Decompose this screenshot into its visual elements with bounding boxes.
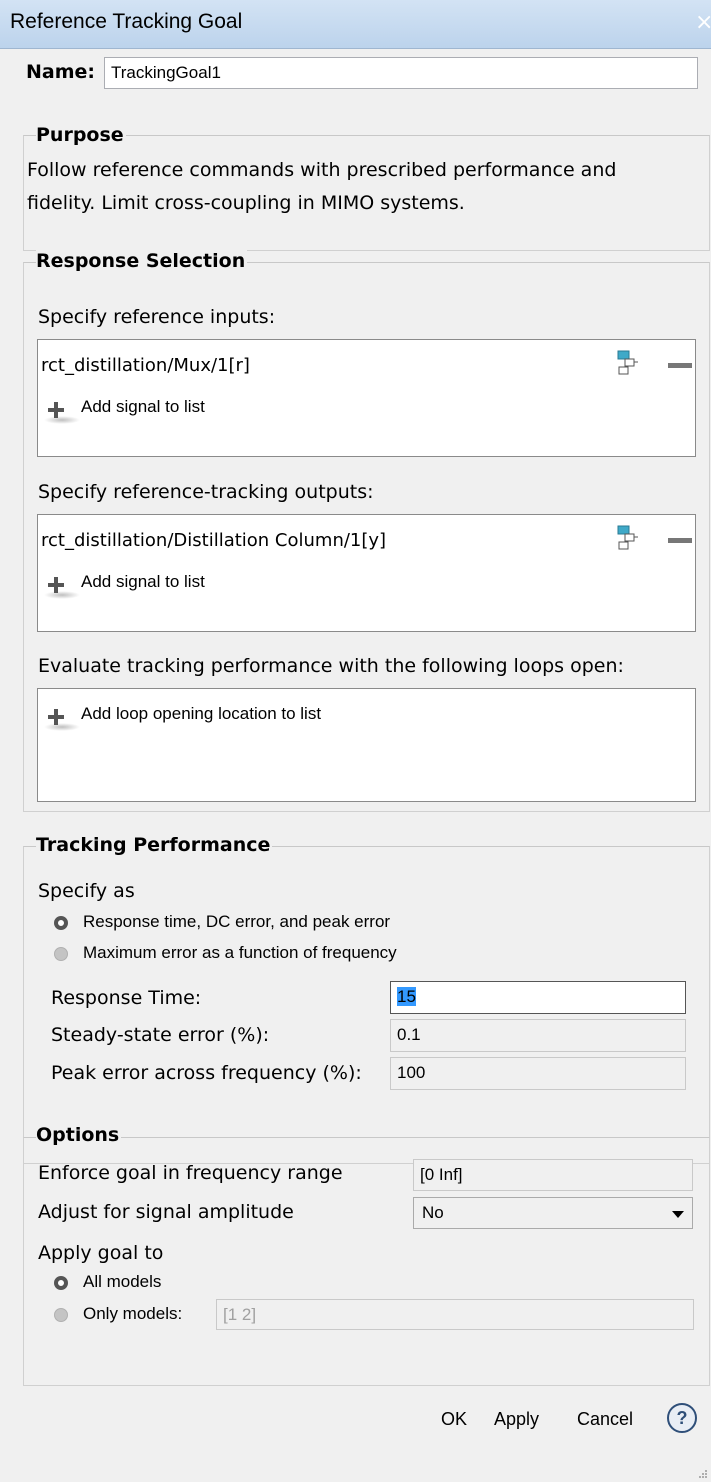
- steady-state-error-field[interactable]: 0.1: [390, 1019, 686, 1052]
- response-time-value: 15: [397, 987, 416, 1006]
- remove-signal-icon[interactable]: [668, 363, 692, 368]
- radio-only-models[interactable]: [54, 1308, 68, 1322]
- select-signal-icon[interactable]: [616, 525, 640, 551]
- signal-amplitude-dropdown[interactable]: No: [413, 1197, 693, 1229]
- frequency-range-label: Enforce goal in frequency range: [38, 1162, 343, 1184]
- frequency-range-field[interactable]: [0 Inf]: [413, 1159, 693, 1191]
- specify-as-label: Specify as: [38, 880, 135, 902]
- add-signal-icon[interactable]: [48, 577, 64, 593]
- reference-inputs-list[interactable]: rct_distillation/Mux/1[r] Add signal to …: [37, 339, 696, 457]
- signal-amplitude-value: No: [422, 1203, 444, 1222]
- reference-input-item[interactable]: rct_distillation/Mux/1[r]: [41, 355, 250, 376]
- radio-response-time[interactable]: [54, 916, 68, 930]
- loop-openings-list[interactable]: Add loop opening location to list: [37, 688, 696, 802]
- add-signal-icon[interactable]: [48, 402, 64, 418]
- purpose-line-2: fidelity. Limit cross-coupling in MIMO s…: [27, 192, 465, 214]
- reference-output-item[interactable]: rct_distillation/Distillation Column/1[y…: [41, 530, 386, 551]
- cancel-button[interactable]: Cancel: [577, 1409, 633, 1430]
- window-title: Reference Tracking Goal: [10, 10, 243, 33]
- remove-signal-icon[interactable]: [668, 538, 692, 543]
- options-legend: Options: [36, 1124, 122, 1146]
- radio-response-time-label[interactable]: Response time, DC error, and peak error: [83, 912, 390, 932]
- apply-button[interactable]: Apply: [494, 1409, 539, 1430]
- loops-open-label: Evaluate tracking performance with the f…: [38, 655, 624, 677]
- response-time-field[interactable]: 15: [390, 981, 686, 1014]
- radio-max-error[interactable]: [54, 947, 68, 961]
- response-time-label: Response Time:: [51, 987, 202, 1009]
- steady-state-error-label: Steady-state error (%):: [51, 1024, 270, 1046]
- only-models-value: [1 2]: [223, 1305, 257, 1324]
- tracking-performance-legend: Tracking Performance: [36, 834, 273, 856]
- radio-all-models-label[interactable]: All models: [83, 1272, 161, 1292]
- help-icon[interactable]: ?: [667, 1403, 697, 1433]
- steady-state-error-value: 0.1: [397, 1025, 421, 1044]
- peak-error-label: Peak error across frequency (%):: [51, 1062, 362, 1084]
- add-signal-input-link[interactable]: Add signal to list: [81, 397, 205, 417]
- ok-button[interactable]: OK: [441, 1409, 467, 1430]
- name-field[interactable]: TrackingGoal1: [104, 57, 698, 89]
- name-label: Name:: [26, 61, 96, 83]
- add-loop-opening-link[interactable]: Add loop opening location to list: [81, 704, 321, 724]
- title-bar: Reference Tracking Goal ×: [0, 0, 711, 49]
- reference-inputs-label: Specify reference inputs:: [38, 306, 276, 328]
- name-value: TrackingGoal1: [111, 63, 221, 82]
- resize-grip-icon[interactable]: [698, 1469, 708, 1479]
- signal-amplitude-label: Adjust for signal amplitude: [38, 1201, 294, 1223]
- only-models-field[interactable]: [1 2]: [216, 1299, 694, 1330]
- radio-only-models-label[interactable]: Only models:: [83, 1304, 182, 1324]
- response-selection-legend: Response Selection: [36, 250, 248, 272]
- peak-error-value: 100: [397, 1063, 426, 1082]
- reference-outputs-label: Specify reference-tracking outputs:: [38, 481, 374, 503]
- purpose-legend: Purpose: [36, 124, 126, 146]
- add-loop-icon[interactable]: [48, 709, 64, 725]
- purpose-line-1: Follow reference commands with prescribe…: [27, 159, 617, 181]
- frequency-range-value: [0 Inf]: [420, 1165, 463, 1184]
- peak-error-field[interactable]: 100: [390, 1057, 686, 1090]
- select-signal-icon[interactable]: [616, 350, 640, 376]
- apply-goal-label: Apply goal to: [38, 1242, 164, 1264]
- radio-all-models[interactable]: [54, 1276, 68, 1290]
- reference-outputs-list[interactable]: rct_distillation/Distillation Column/1[y…: [37, 514, 696, 632]
- chevron-down-icon: [672, 1211, 684, 1218]
- dialog-body: Name: TrackingGoal1 Purpose Follow refer…: [0, 49, 711, 1482]
- close-icon[interactable]: ×: [695, 8, 711, 38]
- add-signal-output-link[interactable]: Add signal to list: [81, 572, 205, 592]
- radio-max-error-label[interactable]: Maximum error as a function of frequency: [83, 943, 397, 963]
